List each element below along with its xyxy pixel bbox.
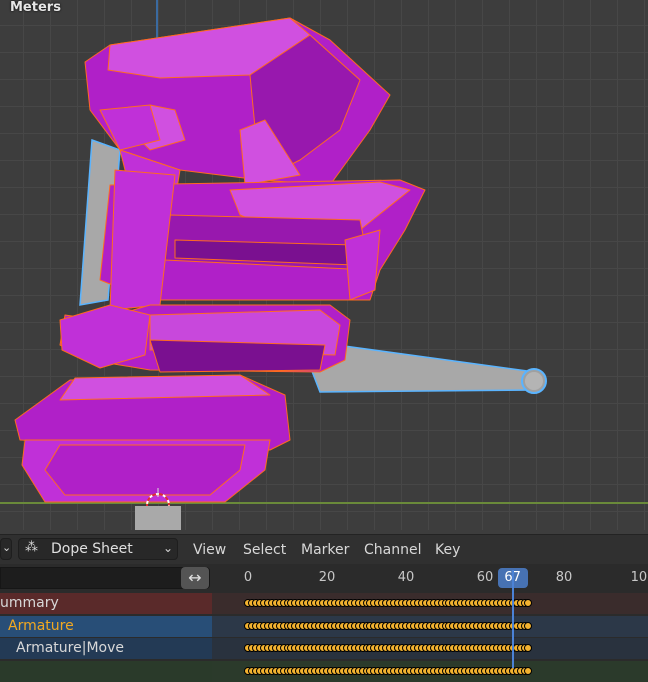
mode-label: Dope Sheet — [51, 541, 133, 557]
frame-tick-label: 60 — [476, 570, 494, 585]
menu-select[interactable]: Select — [243, 542, 286, 558]
dope-sheet-header: ⌄ ⁂ Dope Sheet ⌄ View Select Marker Chan… — [0, 534, 648, 565]
keyframe-track[interactable] — [212, 660, 648, 682]
chevron-down-icon: ⌄ — [2, 541, 12, 554]
channel-label: Armature|Move — [16, 640, 124, 656]
keyframe-track[interactable] — [212, 593, 648, 614]
model-render[interactable] — [0, 0, 648, 530]
mode-dropdown[interactable]: ⁂ Dope Sheet ⌄ — [18, 538, 178, 560]
channel-label: ummary — [0, 595, 59, 611]
keyframe-marker[interactable] — [524, 644, 533, 652]
channel-row[interactable]: Armature — [0, 615, 212, 637]
channel-label: Armature — [8, 617, 74, 634]
dope-sheet-area[interactable]: ↔ 020406080100 67 ummaryArmatureArmature… — [0, 564, 648, 682]
channel-search-field[interactable] — [0, 567, 210, 589]
menu-view[interactable]: View — [193, 542, 226, 558]
keyframe-marker[interactable] — [524, 599, 533, 607]
menu-key[interactable]: Key — [435, 542, 460, 558]
channel-row[interactable] — [0, 660, 212, 682]
keyframe-marker[interactable] — [524, 621, 533, 630]
channel-label — [0, 663, 16, 679]
keyframe-track[interactable] — [212, 615, 648, 637]
frame-tick-label: 80 — [555, 570, 573, 585]
frame-tick-label: 100 — [630, 570, 648, 585]
keyframe-track[interactable] — [212, 638, 648, 659]
frame-tick-label: 0 — [243, 570, 253, 585]
dope-sheet-icon: ⁂ — [25, 540, 38, 555]
mesh-object[interactable] — [14, 17, 426, 503]
units-label: Meters — [10, 0, 61, 15]
chevron-down-icon: ⌄ — [162, 541, 173, 555]
frame-tick-label: 20 — [318, 570, 336, 585]
playhead-line[interactable] — [511, 570, 514, 668]
frame-tick-label: 40 — [397, 570, 415, 585]
channel-row[interactable]: Armature|Move — [0, 638, 212, 659]
swap-arrows-icon[interactable]: ↔ — [181, 567, 209, 589]
menu-channel[interactable]: Channel — [364, 542, 421, 558]
menu-marker[interactable]: Marker — [301, 542, 349, 558]
ground-block — [135, 506, 181, 530]
editor-left-dropdown[interactable]: ⌄ — [0, 538, 12, 560]
channel-row[interactable]: ummary — [0, 593, 212, 614]
3d-viewport[interactable]: Meters — [0, 0, 648, 530]
